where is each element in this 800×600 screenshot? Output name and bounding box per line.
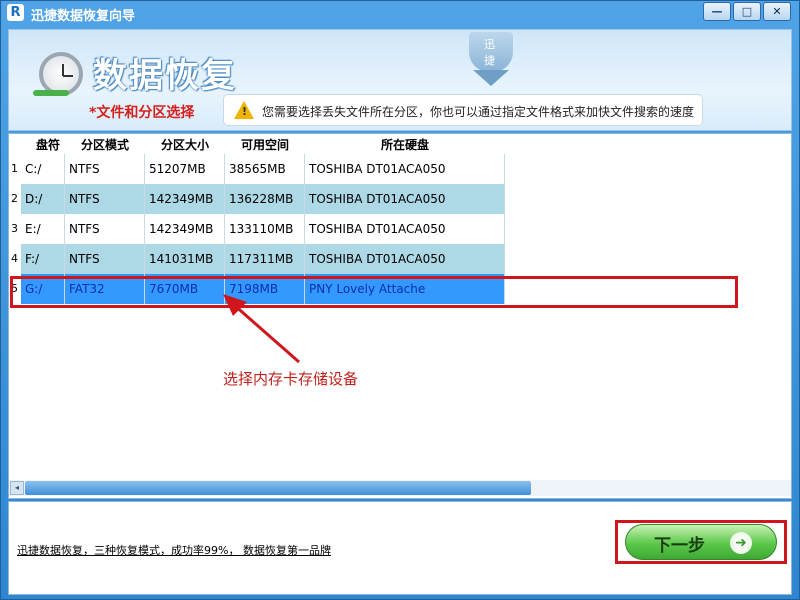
logo-char-1: 迅 <box>484 38 495 51</box>
callout-label: 选择内存卡存储设备 <box>223 370 359 388</box>
warning-mark: ! <box>242 105 248 118</box>
window-title: 迅捷数据恢复向导 <box>31 9 136 24</box>
scroll-thumb[interactable] <box>25 481 531 495</box>
page-title: 数据恢复 <box>93 56 237 96</box>
hint-box: ! 您需要选择丢失文件所在分区，你也可以通过指定文件格式来加快文件搜索的速度 <box>223 94 703 126</box>
brand-logo: 迅 捷 <box>451 32 531 90</box>
step-subtitle: *文件和分区选择 <box>89 105 195 121</box>
download-arrow-icon <box>473 70 509 86</box>
hint-text: 您需要选择丢失文件所在分区，你也可以通过指定文件格式来加快文件搜索的速度 <box>262 105 695 119</box>
footer-panel: 迅捷数据恢复，三种恢复模式，成功率99%， 数据恢复第一品牌 下一步 ➜ <box>8 501 792 595</box>
header-banner: 数据恢复 迅 捷 *文件和分区选择 ! 您需要选择丢失文件所在分区，你也可以通过… <box>8 29 792 131</box>
maximize-button[interactable]: □ <box>733 2 761 21</box>
partition-table: 盘符 分区模式 分区大小 可用空间 所在硬盘 1 C:/ NTFS 51207M… <box>8 133 792 499</box>
app-logo-icon: R <box>7 4 24 21</box>
next-step-button[interactable]: 下一步 ➜ <box>625 524 777 560</box>
minimize-button[interactable]: — <box>703 2 731 21</box>
close-button[interactable]: ✕ <box>763 2 791 21</box>
horizontal-scrollbar[interactable]: ◂ <box>9 480 791 496</box>
scroll-left-button[interactable]: ◂ <box>10 481 24 495</box>
title-bar[interactable]: R 迅捷数据恢复向导 — □ ✕ <box>1 1 799 25</box>
clock-minute-hand <box>63 75 73 77</box>
warning-icon: ! <box>234 101 254 119</box>
next-step-label: 下一步 <box>654 536 705 556</box>
arrow-right-icon: ➜ <box>730 532 752 554</box>
app-window: R 迅捷数据恢复向导 — □ ✕ 数据恢复 迅 捷 *文件和分区选择 ! 您需要… <box>0 0 800 600</box>
promo-link[interactable]: 迅捷数据恢复，三种恢复模式，成功率99%， 数据恢复第一品牌 <box>17 542 331 558</box>
restore-arrow-icon <box>33 90 69 96</box>
callout-arrow-icon <box>223 294 300 364</box>
logo-char-2: 捷 <box>484 54 495 67</box>
